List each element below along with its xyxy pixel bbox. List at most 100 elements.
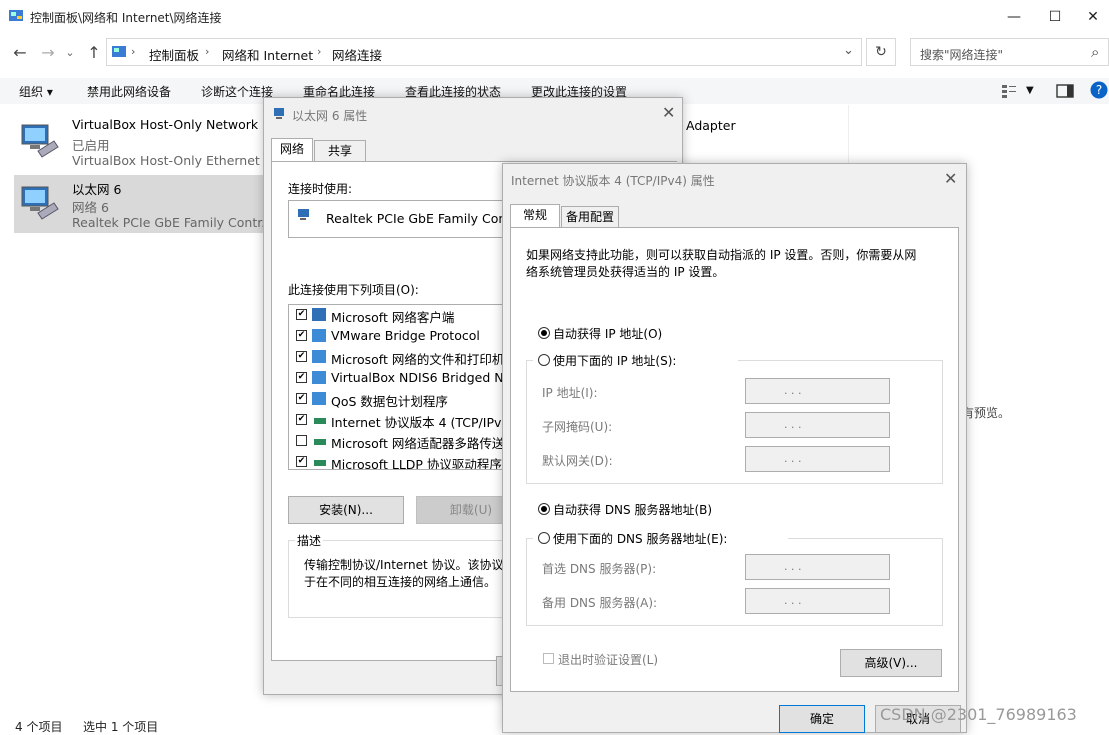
svg-text:?: ? xyxy=(1096,83,1102,97)
breadcrumb-control-panel[interactable]: 控制面板 xyxy=(149,45,199,64)
control-panel-icon xyxy=(112,46,126,57)
address-bar[interactable]: › 控制面板 › 网络和 Internet › 网络连接 ⌄ xyxy=(106,38,862,66)
protocol-icon xyxy=(314,439,326,445)
description-line-1: 传输控制协议/Internet 协议。该协议 xyxy=(304,558,504,572)
ipv4-properties-dialog: Internet 协议版本 4 (TCP/IPv4) 属性 ✕ 常规 备用配置 … xyxy=(502,163,967,733)
component-list[interactable]: ✔ Microsoft 网络客户端 ✔ VMware Bridge Protoc… xyxy=(288,304,508,470)
tab-general[interactable]: 常规 xyxy=(510,204,560,228)
service-icon xyxy=(312,350,326,363)
preferred-dns-field[interactable]: . . . xyxy=(745,554,890,580)
forward-arrow-icon[interactable]: → xyxy=(36,42,60,64)
gateway-label: 默认网关(D): xyxy=(542,454,613,468)
connection-name: 以太网 6 xyxy=(72,182,122,197)
checkbox[interactable]: ✔ xyxy=(296,351,307,362)
advanced-button[interactable]: 高级(V)... xyxy=(840,649,942,677)
network-icon xyxy=(274,108,284,119)
control-panel-icon xyxy=(9,10,23,21)
auto-ip-label[interactable]: 自动获得 IP 地址(O) xyxy=(553,325,662,342)
alternate-dns-label: 备用 DNS 服务器(A): xyxy=(542,596,658,610)
subnet-mask-label: 子网掩码(U): xyxy=(542,420,613,434)
window-title: 控制面板\网络和 Internet\网络连接 xyxy=(30,11,222,25)
auto-dns-label[interactable]: 自动获得 DNS 服务器地址(B) xyxy=(553,501,712,518)
connect-using-label: 连接时使用: xyxy=(288,182,353,196)
close-icon[interactable]: ✕ xyxy=(662,103,675,122)
title-bar: 控制面板\网络和 Internet\网络连接 — ☐ ✕ xyxy=(0,0,1109,34)
connection-status: 网络 6 xyxy=(72,200,109,215)
manual-ip-label[interactable]: 使用下面的 IP 地址(S): xyxy=(553,352,676,369)
refresh-button[interactable]: ↻ xyxy=(866,38,896,66)
recent-dropdown-icon[interactable]: ⌄ xyxy=(58,42,82,64)
ok-button[interactable]: 确定 xyxy=(779,705,865,733)
close-button[interactable]: ✕ xyxy=(1070,0,1109,34)
tab-network[interactable]: 网络 xyxy=(271,138,313,162)
breadcrumb-network-internet[interactable]: 网络和 Internet xyxy=(222,45,313,64)
protocol-icon xyxy=(312,329,326,342)
disable-device-button[interactable]: 禁用此网络设备 xyxy=(87,83,171,100)
checkbox[interactable]: ✔ xyxy=(296,372,307,383)
manual-ip-radio[interactable] xyxy=(538,354,550,366)
items-label: 此连接使用下列项目(O): xyxy=(288,283,419,297)
connection-status: 已启用 xyxy=(72,138,110,153)
breadcrumb-network-connections[interactable]: 网络连接 xyxy=(332,45,382,64)
checkbox[interactable]: ✔ xyxy=(296,414,307,425)
description-title: 描述 xyxy=(295,532,324,549)
back-arrow-icon[interactable]: ← xyxy=(8,42,32,64)
alternate-dns-field[interactable]: . . . xyxy=(745,588,890,614)
adapter-fragment: Adapter xyxy=(686,118,736,133)
list-item[interactable]: 以太网 6 网络 6 Realtek PCIe GbE Family Contr… xyxy=(14,175,273,233)
minimize-button[interactable]: — xyxy=(991,0,1037,34)
item-label: Microsoft 网络适配器多路传送器 xyxy=(331,436,508,451)
tab-alternate[interactable]: 备用配置 xyxy=(561,206,619,228)
install-button[interactable]: 安装(N)... xyxy=(288,496,404,524)
ip-address-label: IP 地址(I): xyxy=(542,386,598,400)
checkbox[interactable]: ✔ xyxy=(296,309,307,320)
view-options-icon[interactable] xyxy=(1001,83,1017,99)
auto-dns-radio[interactable] xyxy=(538,503,550,515)
organize-menu[interactable]: 组织 ▾ xyxy=(19,83,53,100)
preferred-dns-label: 首选 DNS 服务器(P): xyxy=(542,562,657,576)
description-line-2: 于在不同的相互连接的网络上通信。 xyxy=(304,575,497,589)
checkbox[interactable]: ✔ xyxy=(296,456,307,467)
manual-dns-label[interactable]: 使用下面的 DNS 服务器地址(E): xyxy=(553,530,727,547)
validate-checkbox[interactable] xyxy=(543,653,554,664)
network-adapter-icon xyxy=(21,186,59,220)
item-label: Microsoft 网络的文件和打印机共 xyxy=(331,352,508,367)
tab-sharing[interactable]: 共享 xyxy=(314,140,366,162)
item-label: Internet 协议版本 4 (TCP/IPv4) xyxy=(331,415,508,430)
help-icon[interactable]: ? xyxy=(1090,81,1108,99)
gateway-field[interactable]: . . . xyxy=(745,446,890,472)
item-label: QoS 数据包计划程序 xyxy=(331,394,448,409)
up-arrow-icon[interactable]: ↑ xyxy=(82,42,106,64)
list-item[interactable]: VirtualBox Host-Only Network 已启用 Virtual… xyxy=(14,113,276,171)
adapter-name: Realtek PCIe GbE Family Contr xyxy=(326,211,517,226)
protocol-icon xyxy=(314,418,326,424)
search-placeholder: 搜索"网络连接" xyxy=(920,48,1004,62)
manual-dns-radio[interactable] xyxy=(538,532,550,544)
auto-ip-radio[interactable] xyxy=(538,327,550,339)
breadcrumb-chevron-icon: › xyxy=(317,45,322,58)
ip-address-field[interactable]: . . . xyxy=(745,378,890,404)
item-count: 4 个项目 xyxy=(15,720,63,734)
subnet-mask-field[interactable]: . . . xyxy=(745,412,890,438)
item-label: VirtualBox NDIS6 Bridged Ne xyxy=(331,370,508,385)
network-adapter-icon xyxy=(298,209,309,220)
watermark: CSDN @2301_76989163 xyxy=(880,705,1077,724)
network-adapter-icon xyxy=(21,124,59,158)
item-label: Microsoft LLDP 协议驱动程序 xyxy=(331,457,502,470)
selected-count: 选中 1 个项目 xyxy=(83,720,159,734)
view-dropdown-icon[interactable]: ▼ xyxy=(1026,85,1034,96)
connection-name: VirtualBox Host-Only Network xyxy=(72,117,259,132)
preview-pane-icon[interactable] xyxy=(1056,83,1074,99)
validate-label[interactable]: 退出时验证设置(L) xyxy=(558,651,658,668)
client-icon xyxy=(312,308,326,321)
close-icon[interactable]: ✕ xyxy=(944,169,957,188)
address-dropdown-icon[interactable]: ⌄ xyxy=(843,43,854,58)
checkbox[interactable] xyxy=(296,435,307,446)
connection-device: Realtek PCIe GbE Family Contr... xyxy=(72,215,274,230)
dialog-title: Internet 协议版本 4 (TCP/IPv4) 属性 xyxy=(511,174,715,188)
checkbox[interactable]: ✔ xyxy=(296,330,307,341)
search-input[interactable]: 搜索"网络连接" ⌕ xyxy=(910,38,1109,66)
ip-group-legend: 使用下面的 IP 地址(S): xyxy=(533,350,738,368)
breadcrumb-chevron-icon: › xyxy=(205,45,210,58)
checkbox[interactable]: ✔ xyxy=(296,393,307,404)
